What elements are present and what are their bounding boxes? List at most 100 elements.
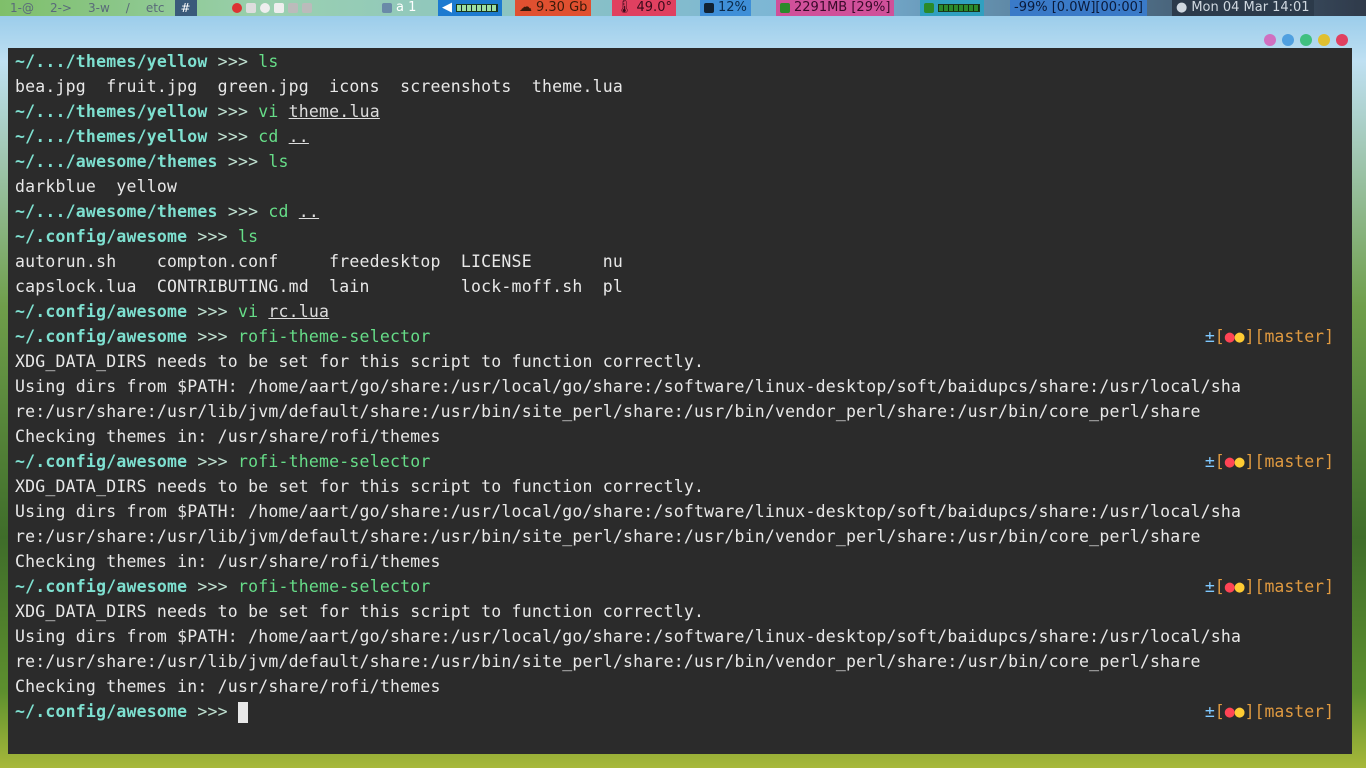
layout-indicator[interactable]: a 1 (378, 0, 420, 16)
prompt-line: ~/.config/awesome >>> vi rc.lua (15, 299, 329, 324)
command-name: ls (268, 152, 289, 171)
prompt-path: ~/.config/awesome (15, 327, 188, 346)
tag-5[interactable]: etc (140, 0, 171, 16)
output-line: Checking themes in: /usr/share/rofi/them… (15, 677, 441, 696)
prompt-line: ~/.../themes/yellow >>> vi theme.lua (15, 99, 380, 124)
tag-3[interactable]: 3-w (82, 0, 116, 16)
output-line: re:/usr/share:/usr/lib/jvm/default/share… (15, 652, 1201, 671)
cpu-icon (704, 3, 714, 13)
top-status-bar: 1-@ 2-> 3-w / etc # a 1 ◀ ☁ 9.30 Gb 🌡 49… (0, 0, 1366, 16)
disk-value: 9.30 Gb (536, 0, 588, 15)
bracket-close: ] (1244, 702, 1255, 721)
prompt-path: ~/.../themes/yellow (15, 127, 208, 146)
prompt-line: ~/.../awesome/themes >>> cd .. (15, 199, 319, 224)
command-arg: .. (288, 127, 309, 146)
prompt-path: ~/.config/awesome (15, 227, 188, 246)
keyboard-icon[interactable] (302, 3, 312, 13)
output-line: re:/usr/share:/usr/lib/jvm/default/share… (15, 527, 1201, 546)
git-dot-yellow: ● (1234, 702, 1245, 721)
prompt-symbol: >>> (207, 52, 259, 71)
bracket-open: [ (1214, 327, 1225, 346)
battery-icon (924, 3, 934, 13)
git-status: ±[●●][master] (1205, 699, 1334, 724)
prompt-path: ~/.../themes/yellow (15, 52, 208, 71)
mem-widget: 2291MB [29%] (776, 0, 895, 16)
thermometer-icon: 🌡 (616, 0, 633, 15)
output-line: Using dirs from $PATH: /home/aart/go/sha… (15, 627, 1242, 646)
output-line: autorun.sh compton.conf freedesktop LICE… (15, 252, 624, 271)
bluetooth-icon[interactable] (288, 3, 298, 13)
tray-icons (228, 0, 316, 16)
prompt-line: ~/.config/awesome >>> (15, 699, 248, 724)
bracket-close: ] (1244, 452, 1255, 471)
window-floating-button[interactable] (1300, 34, 1312, 46)
git-dot-red: ● (1224, 452, 1235, 471)
command-name: rofi-theme-selector (237, 452, 431, 471)
cpu-widget: 12% (700, 0, 751, 16)
command-name: rofi-theme-selector (237, 327, 431, 346)
bracket-open: [ (1254, 577, 1265, 596)
git-dirty-indicator: ± (1204, 577, 1215, 596)
prompt-path: ~/.config/awesome (15, 577, 188, 596)
window-close-button[interactable] (1336, 34, 1348, 46)
command-arg: rc.lua (268, 302, 330, 321)
git-branch: master (1264, 577, 1325, 596)
git-dot-red: ● (1224, 327, 1235, 346)
git-branch: master (1264, 452, 1325, 471)
shield-icon[interactable] (274, 3, 284, 13)
git-dot-yellow: ● (1234, 327, 1245, 346)
window-ontop-button[interactable] (1282, 34, 1294, 46)
bracket-open: [ (1254, 327, 1265, 346)
cloud-icon: ☁ (519, 0, 532, 15)
battery-value: -99% [0.0W][00:00] (1014, 0, 1143, 15)
volume-widget[interactable]: ◀ (438, 0, 502, 16)
prompt-line: ~/.config/awesome >>> rofi-theme-selecto… (15, 574, 431, 599)
memory-icon (780, 3, 790, 13)
bracket-open: [ (1214, 577, 1225, 596)
net-widget (920, 0, 984, 16)
git-status: ±[●●][master] (1205, 574, 1334, 599)
prompt-line: ~/.config/awesome >>> rofi-theme-selecto… (15, 449, 431, 474)
chrome-icon[interactable] (232, 3, 242, 13)
speaker-icon: ◀ (442, 0, 452, 15)
layout-icon (382, 3, 392, 13)
prompt-symbol: >>> (187, 227, 238, 246)
bracket-close: ] (1324, 702, 1334, 721)
temp-value: 49.0° (636, 0, 672, 15)
prompt-symbol: >>> (187, 327, 238, 346)
prompt-symbol: >>> (207, 127, 259, 146)
output-line: bea.jpg fruit.jpg green.jpg icons screen… (15, 77, 624, 96)
prompt-symbol: >>> (217, 152, 269, 171)
tag-6[interactable]: # (174, 0, 197, 16)
date-value: Mon 04 Mar (1191, 0, 1269, 15)
prompt-path: ~/.config/awesome (15, 702, 188, 721)
output-line: XDG_DATA_DIRS needs to be set for this s… (15, 477, 705, 496)
bracket-open: [ (1254, 702, 1265, 721)
tag-2[interactable]: 2-> (44, 0, 78, 16)
output-line: capslock.lua CONTRIBUTING.md lain lock-m… (15, 277, 624, 296)
temp-widget: 🌡 49.0° (612, 0, 676, 16)
window-maximize-button[interactable] (1318, 34, 1330, 46)
output-line: XDG_DATA_DIRS needs to be set for this s… (15, 602, 705, 621)
clock-widget[interactable]: ● Mon 04 Mar 14:01 (1172, 0, 1314, 16)
window-sticky-button[interactable] (1264, 34, 1276, 46)
output-line: Checking themes in: /usr/share/rofi/them… (15, 427, 441, 446)
prompt-path: ~/.config/awesome (15, 452, 188, 471)
git-dot-red: ● (1224, 577, 1235, 596)
bracket-open: [ (1214, 452, 1225, 471)
volume-bar (456, 4, 498, 12)
mem-value: 2291MB [29%] (794, 0, 891, 15)
workspace-tags: 1-@ 2-> 3-w / etc # (0, 0, 201, 16)
battery-bar (938, 4, 980, 12)
bracket-close: ] (1324, 577, 1334, 596)
disk-widget: ☁ 9.30 Gb (515, 0, 592, 16)
text-cursor[interactable] (237, 702, 248, 723)
terminal-window[interactable]: ~/.../themes/yellow >>> ls bea.jpg fruit.… (8, 48, 1352, 754)
cpu-value: 12% (718, 0, 747, 15)
tag-1[interactable]: 1-@ (4, 0, 40, 16)
git-dot-yellow: ● (1234, 577, 1245, 596)
tag-4[interactable]: / (120, 0, 136, 16)
location-icon[interactable] (260, 3, 270, 13)
git-status: ±[●●][master] (1205, 449, 1334, 474)
volume-icon[interactable] (246, 3, 256, 13)
